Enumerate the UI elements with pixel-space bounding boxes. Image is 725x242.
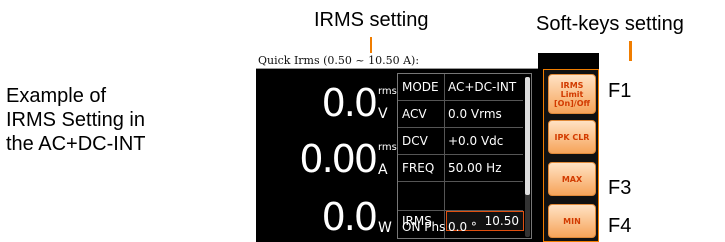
param-label-acv: ACV [402, 107, 427, 121]
param-row-mode[interactable]: MODE AC+DC-INT [398, 74, 523, 100]
param-value-mode: AC+DC-INT [448, 80, 517, 94]
voltage-reading: 0.0 [321, 81, 378, 125]
example-line-3: the AC+DC-INT [6, 133, 146, 155]
param-value-freq: 50.00 Hz [448, 161, 502, 175]
param-scrollbar[interactable] [525, 77, 530, 237]
param-value-acv: 0.0 Vrms [448, 107, 502, 121]
row-divider [398, 210, 523, 211]
param-label-mode: MODE [402, 80, 439, 94]
param-row-onphs[interactable]: ON Phs 0.0 ° [398, 214, 523, 240]
current-rms-label: rms [378, 142, 397, 153]
example-description: Example of IRMS Setting in the AC+DC-INT [6, 84, 145, 156]
irms-setting-caption: IRMS setting [314, 9, 429, 31]
param-row-freq[interactable]: FREQ 50.00 Hz [398, 155, 523, 181]
param-value-onphs: 0.0 ° [448, 220, 477, 234]
softkey-irms-limit-line-3: [On]/Off [553, 98, 590, 108]
param-value-dcv: +0.0 Vdc [448, 134, 504, 148]
screen-title: Quick Irms (0.50 ~ 10.50 A): [256, 53, 538, 69]
softkey-min-label: MIN [563, 216, 581, 226]
softkey-irms-limit-line-2: Limit [560, 89, 584, 99]
power-unit: W [378, 220, 392, 236]
softkey-max-label: MAX [561, 174, 583, 184]
measurement-panel: 0.0 rms V 0.00 rms A 0.0 W [256, 70, 397, 242]
voltage-unit: V [378, 106, 388, 122]
softkeys-setting-caption: Soft-keys setting [536, 13, 684, 35]
param-row-dcv[interactable]: DCV +0.0 Vdc [398, 128, 523, 154]
softkeys-leader-line [629, 41, 632, 61]
param-label-onphs: ON Phs [402, 220, 446, 234]
power-value: 0.0 [321, 195, 378, 239]
softkey-column: IRMS Limit [On]/Off IPK CLR MAX MIN [543, 69, 599, 242]
softkey-ipk-clr[interactable]: IPK CLR [548, 120, 596, 154]
softkey-ipk-clr-label: IPK CLR [554, 132, 590, 142]
softkey-irms-limit-line-1: IRMS [560, 80, 584, 90]
param-label-freq: FREQ [402, 161, 435, 175]
example-line-1: Example of [6, 85, 107, 107]
voltage-rms-label: rms [378, 86, 397, 97]
current-value: 0.00 [299, 137, 378, 181]
scrollbar-thumb[interactable] [525, 77, 530, 195]
f1-label: F1 [608, 80, 632, 102]
power-reading: 0.0 [321, 195, 378, 239]
param-row-acv[interactable]: ACV 0.0 Vrms [398, 101, 523, 127]
softkey-max[interactable]: MAX [548, 162, 596, 196]
parameter-panel: MODE AC+DC-INT ACV 0.0 Vrms DCV +0.0 Vdc… [397, 73, 532, 239]
f4-label: F4 [608, 215, 632, 237]
current-unit: A [378, 162, 388, 178]
param-row-irms[interactable]: IRMS [398, 182, 523, 228]
device-screen: Quick Irms (0.50 ~ 10.50 A): 0.0 rms V 0… [256, 53, 599, 242]
example-line-2: IRMS Setting in [6, 109, 145, 131]
f3-label: F3 [608, 177, 632, 199]
softkey-min[interactable]: MIN [548, 204, 596, 238]
softkey-irms-limit[interactable]: IRMS Limit [On]/Off [548, 74, 596, 114]
voltage-value: 0.0 [321, 81, 378, 125]
param-label-dcv: DCV [402, 134, 428, 148]
current-reading: 0.00 [299, 137, 378, 181]
